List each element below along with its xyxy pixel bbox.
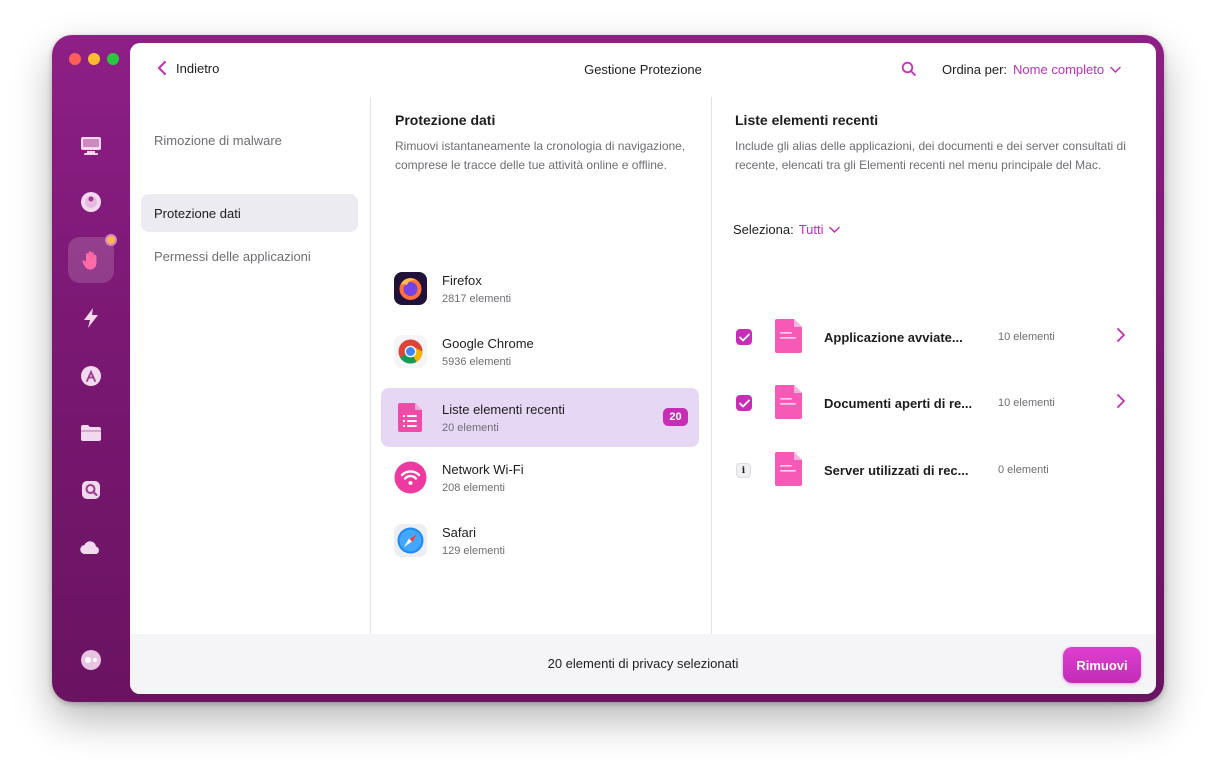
- sort-label: Ordina per:: [942, 62, 1008, 77]
- app-name: Google Chrome: [442, 336, 534, 351]
- app-store-icon[interactable]: [78, 363, 104, 389]
- info-icon[interactable]: i: [736, 463, 751, 478]
- app-count: 2817 elementi: [442, 293, 512, 305]
- list-item-firefox[interactable]: Firefox 2817 elementi: [381, 259, 699, 318]
- list-item-recent-items[interactable]: Liste elementi recenti 20 elementi 20: [381, 388, 699, 447]
- main-panel: Indietro Gestione Protezione Ordina per:…: [130, 43, 1156, 694]
- app-name: Safari: [442, 525, 476, 540]
- app-count: 208 elementi: [442, 482, 505, 494]
- checkmark-icon: [738, 333, 750, 341]
- app-name: Liste elementi recenti: [442, 402, 565, 417]
- safari-icon: [394, 524, 427, 557]
- nav-item-app-permissions[interactable]: Permessi delle applicazioni: [141, 237, 358, 275]
- hand-protection-icon[interactable]: [68, 234, 117, 283]
- item-count: 0 elementi: [998, 464, 1049, 476]
- checkmark-icon: [738, 399, 750, 407]
- sort-dropdown[interactable]: Ordina per: Nome completo: [942, 62, 1121, 77]
- app-name: Network Wi-Fi: [442, 462, 524, 477]
- chevron-right-icon[interactable]: [1116, 327, 1126, 343]
- remove-button[interactable]: Rimuovi: [1063, 647, 1141, 683]
- app-window: Indietro Gestione Protezione Ordina per:…: [52, 35, 1164, 702]
- item-count: 10 elementi: [998, 397, 1055, 409]
- folder-icon[interactable]: [78, 420, 104, 446]
- disk-icon[interactable]: [78, 189, 104, 215]
- detail-title: Liste elementi recenti: [735, 112, 879, 128]
- chevron-down-icon: [1110, 66, 1121, 73]
- section-title: Protezione dati: [395, 112, 496, 128]
- select-label: Seleziona:: [733, 222, 794, 237]
- recent-items-icon: [398, 403, 422, 432]
- document-icon: [775, 452, 802, 486]
- app-count: 20 elementi: [442, 422, 499, 434]
- select-value: Tutti: [798, 222, 824, 237]
- item-name: Server utilizzati di rec...: [824, 463, 969, 478]
- assistant-icon[interactable]: [78, 647, 104, 673]
- selection-summary: 20 elementi di privacy selezionati: [547, 656, 739, 671]
- module-sidebar: [52, 35, 130, 702]
- detail-description: Include gli alias delle applicazioni, de…: [735, 139, 1126, 172]
- list-item-used-servers[interactable]: i Server utilizzati di rec... 0 elementi: [712, 446, 1156, 496]
- item-name: Applicazione avviate...: [824, 330, 963, 345]
- document-icon: [775, 385, 802, 419]
- nav-item-malware-removal[interactable]: Rimozione di malware: [141, 121, 358, 159]
- section-description: Rimuovi istantaneamente la cronologia di…: [395, 139, 686, 172]
- cleanup-icon[interactable]: [78, 477, 104, 503]
- cloud-icon[interactable]: [78, 535, 104, 561]
- chevron-right-icon[interactable]: [1116, 393, 1126, 409]
- search-icon[interactable]: [901, 61, 917, 77]
- item-checkbox[interactable]: [736, 329, 752, 345]
- category-nav: Rimozione di malware Protezione dati Per…: [130, 97, 370, 634]
- list-item-opened-documents[interactable]: Documenti aperti di re... 10 elementi: [712, 379, 1156, 429]
- chrome-icon: [394, 335, 427, 368]
- firefox-icon: [394, 272, 427, 305]
- toolbar: Indietro Gestione Protezione Ordina per:…: [130, 43, 1156, 97]
- chevron-down-icon: [828, 226, 840, 233]
- sort-value: Nome completo: [1013, 62, 1105, 77]
- item-count: 10 elementi: [998, 331, 1055, 343]
- list-item-safari[interactable]: Safari 129 elementi: [381, 511, 699, 570]
- item-name: Documenti aperti di re...: [824, 396, 973, 411]
- list-item-chrome[interactable]: Google Chrome 5936 elementi: [381, 322, 699, 381]
- list-item-wifi[interactable]: Network Wi-Fi 208 elementi: [381, 448, 699, 507]
- wifi-icon: [394, 461, 427, 494]
- select-all-dropdown[interactable]: Seleziona: Tutti: [733, 222, 840, 237]
- app-list-column: Protezione dati Rimuovi istantaneamente …: [371, 97, 711, 634]
- count-badge: 20: [663, 408, 688, 426]
- item-checkbox[interactable]: [736, 395, 752, 411]
- notification-dot: [105, 234, 117, 246]
- app-count: 5936 elementi: [442, 356, 512, 368]
- list-item-launched-apps[interactable]: Applicazione avviate... 10 elementi: [712, 313, 1156, 363]
- lightning-icon[interactable]: [78, 305, 104, 331]
- app-count: 129 elementi: [442, 545, 505, 557]
- monitor-icon[interactable]: [78, 133, 104, 159]
- footer-bar: 20 elementi di privacy selezionati Rimuo…: [130, 634, 1156, 694]
- app-name: Firefox: [442, 273, 482, 288]
- nav-item-data-protection[interactable]: Protezione dati: [141, 194, 358, 232]
- document-icon: [775, 319, 802, 353]
- detail-column: Liste elementi recenti Include gli alias…: [712, 97, 1156, 634]
